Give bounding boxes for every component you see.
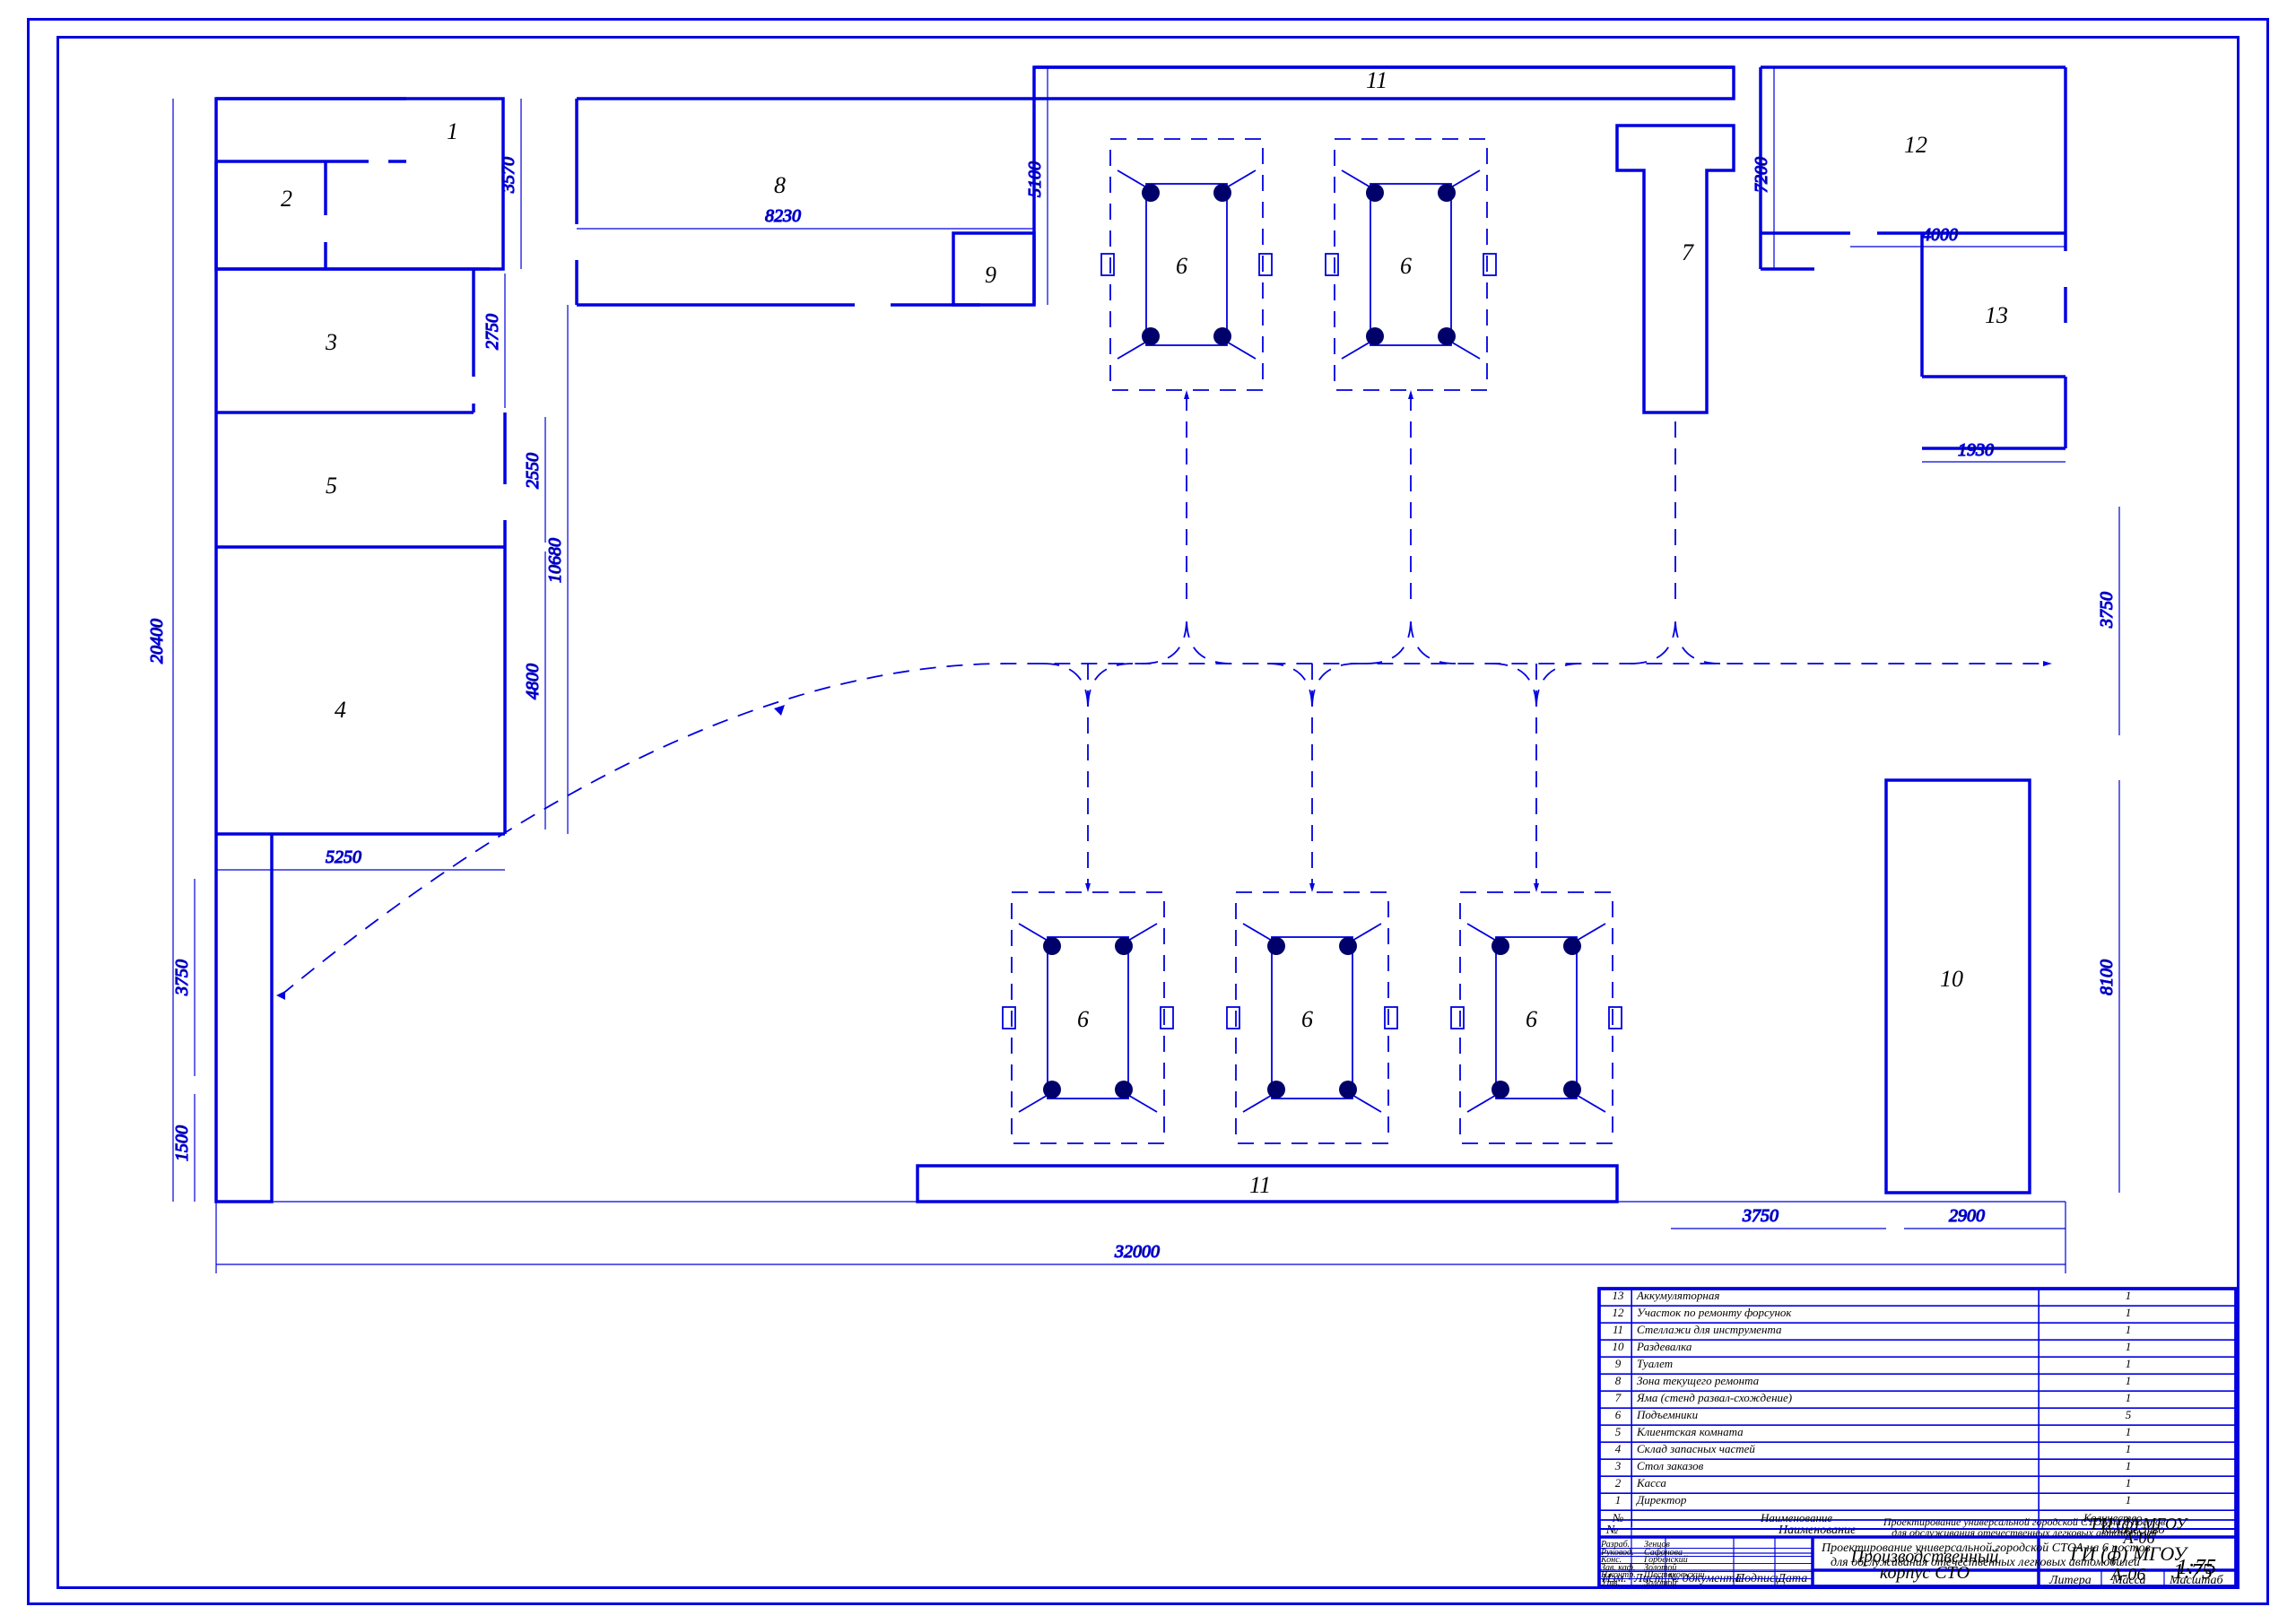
legend-row: 4Склад запасных частей1 (1599, 1442, 2236, 1460)
stamp-html: 13Аккумуляторная112Участок по ремонту фо… (1599, 1289, 2236, 1586)
legend-row: 3Стол заказов1 (1599, 1459, 2236, 1477)
scale-value: 1:75 (2164, 1556, 2229, 1580)
drawing-title-2: корпус СТО (1880, 1563, 1970, 1583)
legend-row: 1Директор1 (1599, 1493, 2236, 1511)
legend-row: 8Зона текущего ремонта1 (1599, 1374, 2236, 1392)
legend-row: 9Туалет1 (1599, 1357, 2236, 1375)
legend-row: 12Участок по ремонту форсунок1 (1599, 1306, 2236, 1324)
legend-row: 7Яма (стенд развал-схождение)1 (1599, 1391, 2236, 1409)
legend-row: 5Клиентская комната1 (1599, 1425, 2236, 1443)
legend-row: 10Раздевалка1 (1599, 1340, 2236, 1358)
legend-row: 2Касса1 (1599, 1476, 2236, 1494)
legend-row: 11Стеллажи для инструмента1 (1599, 1323, 2236, 1341)
legend-row: 13Аккумуляторная1 (1599, 1289, 2236, 1307)
sign-row: Утв.Золотой (1599, 1578, 1813, 1587)
legend-row: 6Подъемники5 (1599, 1408, 2236, 1426)
proj-desc-2: для обслуживания отечественных легковых … (1892, 1526, 2157, 1539)
